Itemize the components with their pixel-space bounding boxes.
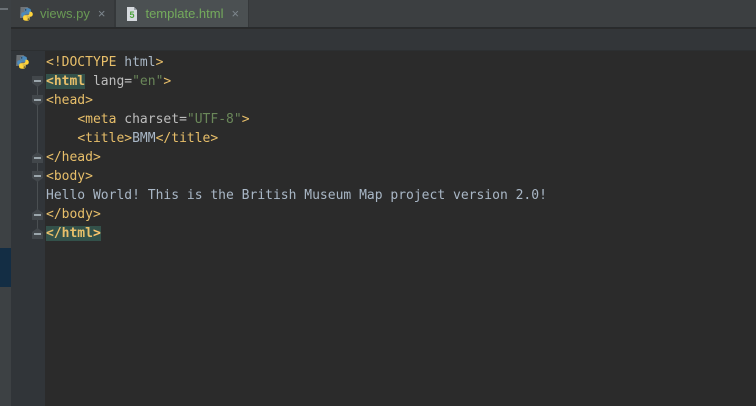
fold-marker-icon[interactable] [32, 228, 43, 239]
code-text[interactable]: Hello World! This is the British Museum … [46, 186, 547, 205]
code-line: <title>BMM</title> [11, 129, 756, 148]
code-text[interactable]: <body> [46, 167, 93, 186]
code-text[interactable]: <head> [46, 91, 93, 110]
close-tab-icon[interactable]: × [232, 7, 240, 20]
code-lines: <!DOCTYPE html> <html lang="en"> <head> <m… [11, 51, 756, 243]
code-line: </body> [11, 205, 756, 224]
fold-marker-icon[interactable] [32, 209, 43, 220]
tab-template.html[interactable]: 5 template.html × [115, 0, 250, 27]
gutter-cell [11, 72, 46, 91]
code-line: <!DOCTYPE html> [11, 53, 756, 72]
code-line: Hello World! This is the British Museum … [11, 186, 756, 205]
fold-marker-icon[interactable] [32, 171, 43, 182]
code-line: <head> [11, 91, 756, 110]
project-selection-fragment [0, 248, 11, 287]
gutter-cell [11, 53, 46, 72]
code-line: </html> [11, 224, 756, 243]
html-file-icon: 5 [124, 6, 140, 22]
fold-marker-icon[interactable] [32, 152, 43, 163]
pycharm-window: views.py × 5 template.html × <!DOCTYPE html>… [0, 0, 756, 406]
panel-dash [0, 8, 8, 10]
fold-marker-icon[interactable] [32, 76, 43, 87]
gutter-cell [11, 110, 46, 129]
editor-area[interactable]: <!DOCTYPE html> <html lang="en"> <head> <m… [11, 51, 756, 406]
gutter-cell [11, 186, 46, 205]
code-text[interactable]: </head> [46, 148, 101, 167]
python-file-icon [19, 6, 35, 22]
code-line: <meta charset="UTF-8"> [11, 110, 756, 129]
close-tab-icon[interactable]: × [98, 7, 106, 20]
gutter-cell [11, 148, 46, 167]
gutter-cell [11, 224, 46, 243]
tab-label: template.html [145, 6, 224, 21]
code-line: </head> [11, 148, 756, 167]
code-text[interactable]: </html> [46, 224, 101, 243]
code-text[interactable]: <title>BMM</title> [46, 129, 218, 148]
tab-views.py[interactable]: views.py × [11, 0, 116, 27]
code-text[interactable]: <meta charset="UTF-8"> [46, 110, 249, 129]
tab-label: views.py [40, 6, 90, 21]
gutter-cell [11, 205, 46, 224]
code-line: <body> [11, 167, 756, 186]
editor-tab-bar: views.py × 5 template.html × [11, 0, 756, 28]
project-panel-edge[interactable] [0, 0, 11, 406]
code-line: <html lang="en"> [11, 72, 756, 91]
gutter-cell [11, 167, 46, 186]
gutter-cell [11, 91, 46, 110]
fold-marker-icon[interactable] [32, 95, 43, 106]
python-file-icon[interactable] [15, 54, 31, 70]
code-text[interactable]: </body> [46, 205, 101, 224]
breadcrumbs-bar [11, 29, 756, 51]
svg-text:5: 5 [130, 10, 135, 20]
gutter-cell [11, 129, 46, 148]
code-text[interactable]: <!DOCTYPE html> [46, 53, 163, 72]
code-text[interactable]: <html lang="en"> [46, 72, 171, 91]
